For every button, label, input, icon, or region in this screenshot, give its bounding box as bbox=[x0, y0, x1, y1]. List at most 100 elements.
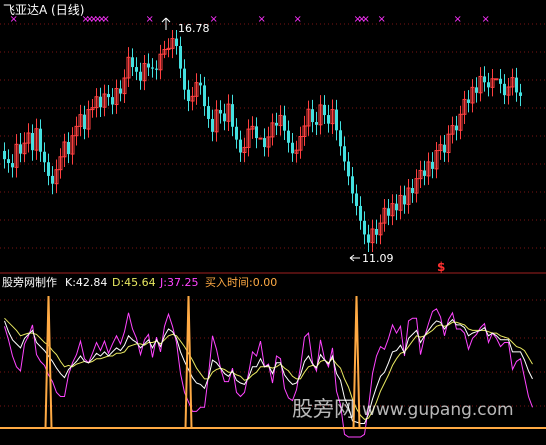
candle bbox=[207, 96, 210, 128]
candle bbox=[19, 133, 22, 163]
candle bbox=[414, 169, 419, 203]
candle bbox=[190, 86, 195, 111]
candle-body bbox=[475, 87, 478, 93]
candle bbox=[450, 116, 455, 144]
candle bbox=[194, 73, 199, 105]
low-arrow-icon bbox=[349, 254, 360, 262]
candle bbox=[363, 211, 366, 245]
candle-body bbox=[375, 228, 378, 235]
candle bbox=[102, 84, 107, 117]
candle-body bbox=[183, 68, 186, 90]
candle-body bbox=[43, 151, 46, 163]
candles bbox=[3, 30, 522, 252]
candle-body bbox=[327, 115, 330, 124]
candle-body bbox=[487, 82, 490, 88]
candle bbox=[426, 152, 431, 185]
candle-body bbox=[67, 141, 70, 155]
candle bbox=[327, 104, 330, 133]
candle bbox=[246, 119, 251, 157]
candle-body bbox=[355, 193, 358, 206]
top-marker: × bbox=[482, 14, 490, 25]
candle bbox=[231, 94, 234, 137]
candle bbox=[330, 99, 335, 135]
candle bbox=[294, 140, 299, 163]
candle bbox=[462, 90, 467, 125]
candle bbox=[382, 198, 387, 232]
high-annotation: 16.78 bbox=[161, 17, 210, 35]
candle-body bbox=[199, 82, 202, 86]
candle-body bbox=[431, 161, 434, 169]
candle bbox=[211, 109, 214, 142]
candle bbox=[411, 179, 414, 203]
candle-body bbox=[255, 126, 258, 139]
candle bbox=[467, 90, 470, 113]
candle bbox=[406, 179, 411, 214]
candle-body bbox=[239, 139, 242, 153]
candle-body bbox=[179, 45, 182, 69]
candle-body bbox=[111, 97, 114, 105]
candle bbox=[423, 160, 426, 186]
buy-time-value: 买入时间:0.00 bbox=[205, 276, 277, 289]
candle bbox=[318, 95, 323, 135]
candle-body bbox=[7, 159, 10, 164]
candle bbox=[263, 128, 266, 157]
candle bbox=[494, 78, 499, 81]
candle bbox=[398, 185, 403, 220]
candle-body bbox=[283, 115, 286, 131]
candle bbox=[390, 194, 395, 226]
low-price-label: 11.09 bbox=[362, 252, 394, 265]
candle-body bbox=[443, 144, 446, 153]
candle bbox=[155, 60, 158, 80]
candle bbox=[111, 88, 114, 115]
candle bbox=[258, 137, 263, 140]
candle bbox=[443, 134, 446, 162]
candle-body bbox=[503, 83, 506, 96]
candle-body bbox=[423, 170, 426, 176]
candle bbox=[39, 119, 42, 162]
watermark-cn: 股旁网 bbox=[292, 397, 355, 421]
candle-body bbox=[335, 109, 338, 131]
candle bbox=[395, 194, 398, 221]
price-grid bbox=[0, 23, 546, 274]
top-marker: × bbox=[258, 14, 266, 25]
candle bbox=[187, 80, 190, 112]
candle bbox=[43, 142, 46, 173]
candle-body bbox=[343, 146, 346, 162]
candle bbox=[170, 30, 175, 59]
candle bbox=[26, 123, 31, 153]
indicator-grid bbox=[0, 299, 546, 407]
candle bbox=[475, 77, 478, 103]
candle bbox=[478, 67, 483, 102]
indicator-legend: 股旁网制作 K:42.84 D:45.64 J:37.25 买入时间:0.00 bbox=[2, 275, 277, 289]
top-marker: × bbox=[210, 14, 218, 25]
watermark-url: www.gupang.com bbox=[362, 400, 514, 420]
candle-body bbox=[494, 78, 499, 81]
candle bbox=[359, 196, 362, 230]
candle bbox=[431, 152, 434, 179]
candle-body bbox=[107, 93, 110, 98]
candle-body bbox=[19, 144, 22, 154]
candle bbox=[94, 88, 99, 118]
candle-body bbox=[3, 150, 6, 160]
candle bbox=[58, 148, 63, 179]
candle-body bbox=[367, 234, 370, 243]
candle-body bbox=[363, 220, 366, 235]
candle bbox=[434, 141, 439, 179]
candle-body bbox=[83, 114, 86, 130]
candle bbox=[183, 59, 186, 100]
candle-body bbox=[339, 130, 342, 147]
candle bbox=[470, 79, 475, 113]
candle-body bbox=[231, 104, 234, 127]
candle-body bbox=[515, 77, 518, 93]
candle bbox=[311, 99, 314, 133]
candle bbox=[214, 100, 219, 142]
candle bbox=[31, 124, 34, 161]
candle-body bbox=[347, 161, 350, 177]
candle-body bbox=[359, 205, 362, 221]
candle bbox=[283, 105, 286, 141]
top-marker: × bbox=[454, 14, 462, 25]
indicator-source: 股旁网制作 bbox=[2, 275, 57, 289]
candle bbox=[250, 116, 255, 139]
candle bbox=[499, 69, 502, 94]
candle bbox=[78, 104, 83, 137]
